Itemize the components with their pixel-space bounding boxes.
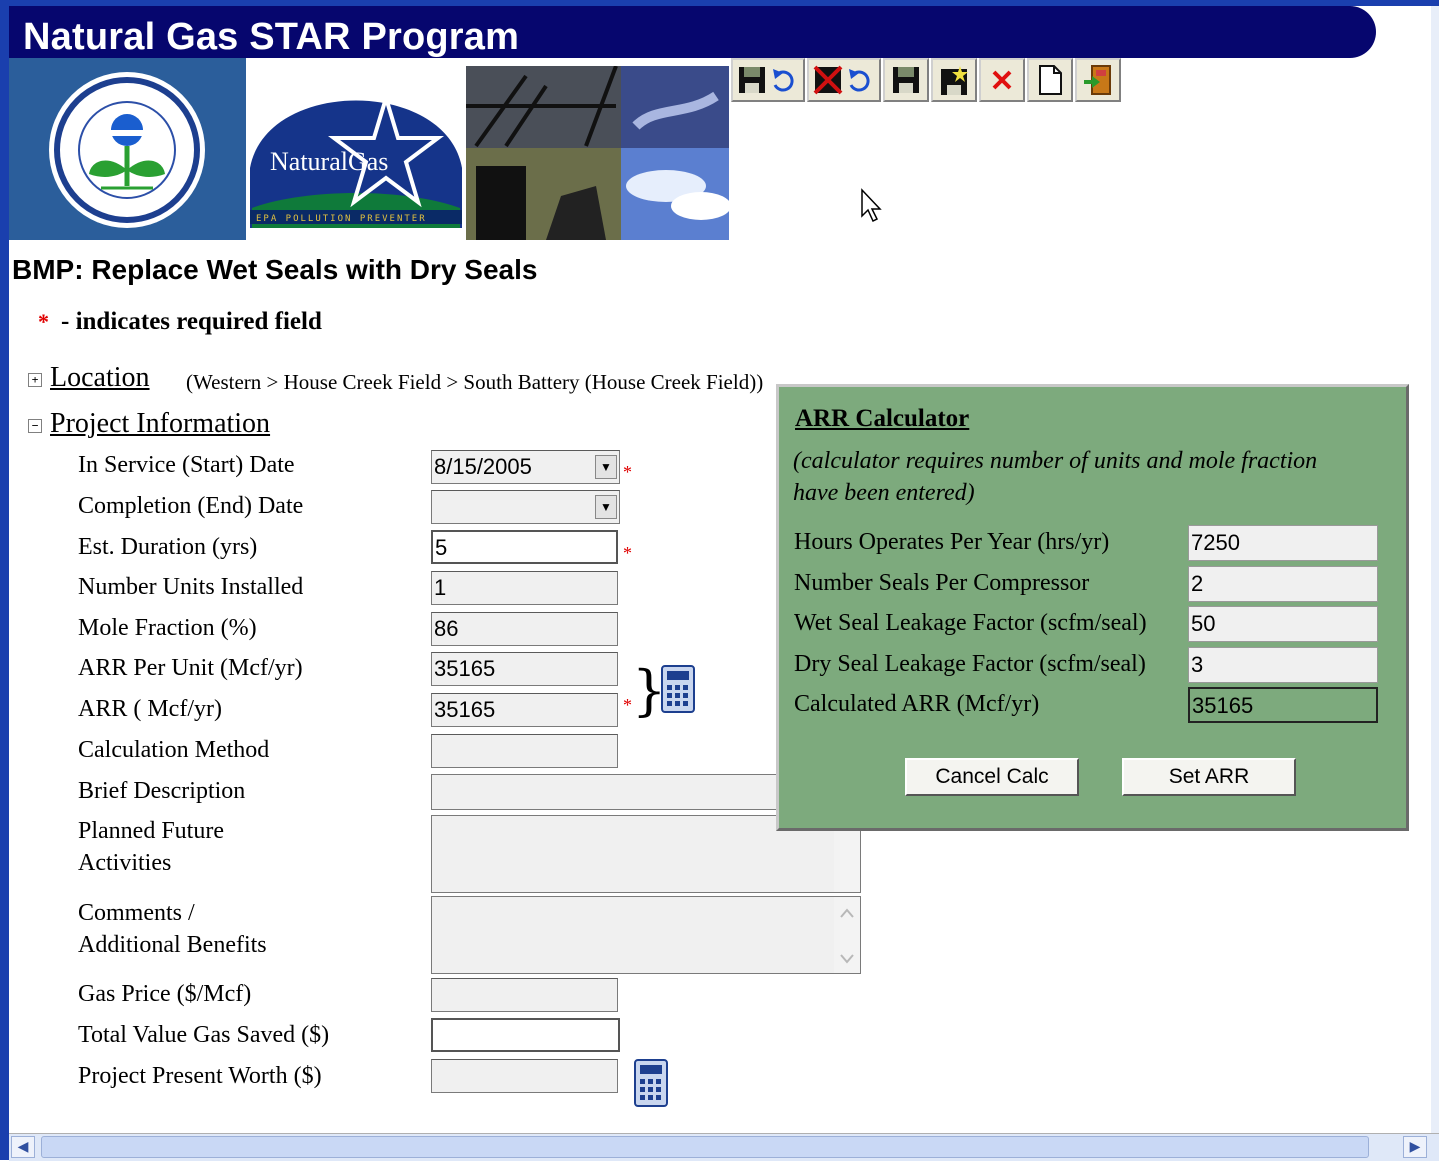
textarea-scrollbar[interactable] [834,897,860,973]
required-field-note: - indicates required field [61,308,322,335]
wet-seal-leakage-input[interactable]: 50 [1188,606,1378,642]
save-new-icon [941,66,968,95]
epa-pollution-preventer-text: EPA POLLUTION PREVENTER [256,214,427,224]
expand-toggle-icon[interactable]: + [28,372,42,387]
arr-calculator-icon[interactable] [660,664,696,714]
completion-date-label: Completion (End) Date [78,493,304,519]
seals-per-compressor-input[interactable]: 2 [1188,566,1378,602]
duration-label: Est. Duration (yrs) [78,534,258,560]
scroll-right-icon[interactable]: ▶ [1403,1136,1427,1158]
location-section-header[interactable]: + Location [28,362,150,394]
scroll-left-icon[interactable]: ◀ [11,1136,35,1158]
program-banner: NaturalGas EPA POLLUTION PREVENTER [9,58,731,240]
in-service-date-label: In Service (Start) Date [78,452,295,478]
in-service-date-select[interactable]: 8/15/2005 ▼ [431,450,620,484]
location-title[interactable]: Location [50,362,150,393]
epa-seal-panel [9,58,246,240]
chevron-down-icon[interactable]: ▼ [595,455,617,479]
comments-label-line1: Comments / [78,900,195,926]
industry-photo-collage [466,65,731,240]
delete-undo-icon [813,65,870,95]
save-new-button[interactable] [931,58,977,102]
save-icon [893,67,919,93]
wet-seal-leakage-label: Wet Seal Leakage Factor (scfm/seal) [794,610,1147,636]
cancel-calc-button[interactable]: Cancel Calc [905,758,1079,796]
hours-per-year-input[interactable]: 7250 [1188,525,1378,561]
calculator-title: ARR Calculator [795,405,970,432]
page-title: BMP: Replace Wet Seals with Dry Seals [12,254,538,285]
scroll-arrows-icon [840,908,854,964]
arr-calculator-dialog: ARR Calculator (calculator requires numb… [776,384,1409,831]
gas-price-input[interactable] [431,978,618,1012]
required-marker: * [623,695,632,715]
app-title-bar: Natural Gas STAR Program [9,6,1376,58]
planned-activities-label-line2: Activities [78,850,172,876]
planned-activities-label-line1: Planned Future [78,818,224,844]
photo-collage-graphic [466,65,731,240]
units-installed-input[interactable]: 1 [431,571,618,605]
record-toolbar [731,58,1121,104]
completion-date-select[interactable]: ▼ [431,490,620,524]
app-title: Natural Gas STAR Program [23,16,520,58]
save-undo-icon [739,67,794,93]
exit-button[interactable] [1075,58,1121,102]
total-value-input[interactable] [431,1018,620,1052]
arr-per-unit-label: ARR Per Unit (Mcf/yr) [78,655,303,681]
arr-per-unit-input[interactable]: 35165 [431,652,618,686]
planned-activities-label: Planned Future Activities [78,815,224,879]
set-arr-button[interactable]: Set ARR [1122,758,1296,796]
natural-gas-logo-text: NaturalGas [270,147,388,176]
project-section-header[interactable]: − Project Information [28,408,270,440]
comments-label: Comments / Additional Benefits [78,897,267,961]
duration-input[interactable]: 5 [431,530,618,564]
brief-description-label: Brief Description [78,778,246,804]
location-breadcrumb: (Western > House Creek Field > South Bat… [186,370,764,394]
comments-textarea[interactable] [431,896,861,974]
required-marker: * [38,309,49,334]
new-document-button[interactable] [1027,58,1073,102]
collapse-toggle-icon[interactable]: − [28,418,42,433]
mole-fraction-label: Mole Fraction (%) [78,615,257,641]
horizontal-scroll-thumb[interactable] [41,1136,1369,1158]
new-document-icon [1039,65,1062,95]
save-button[interactable] [883,58,929,102]
seals-per-compressor-label: Number Seals Per Compressor [794,570,1090,596]
comments-label-line2: Additional Benefits [78,932,267,958]
calculated-arr-label: Calculated ARR (Mcf/yr) [794,691,1040,717]
project-information-title[interactable]: Project Information [50,408,270,439]
mouse-pointer-icon [861,188,882,223]
arr-label: ARR ( Mcf/yr) [78,696,222,722]
in-service-date-value: 8/15/2005 [434,454,532,479]
delete-button[interactable] [979,58,1025,102]
chevron-down-icon[interactable]: ▼ [595,495,617,519]
units-installed-label: Number Units Installed [78,574,304,600]
dry-seal-leakage-input[interactable]: 3 [1188,647,1378,683]
required-marker: * [623,462,632,482]
exit-icon [1084,65,1111,95]
present-worth-calculator-icon[interactable] [633,1058,669,1108]
epa-seal-icon [49,72,205,228]
page-horizontal-scrollbar[interactable]: ◀ ▶ [9,1133,1439,1161]
delete-undo-button[interactable] [807,58,881,102]
required-marker: * [623,543,632,563]
save-undo-button[interactable] [731,58,805,102]
natural-gas-star-logo: NaturalGas EPA POLLUTION PREVENTER [246,58,466,240]
required-field-legend: * - indicates required field [38,308,322,336]
calculated-arr-value: 35165 [1188,687,1378,723]
page-vertical-scrollbar[interactable] [1431,6,1439,1133]
natural-gas-logo-graphic: NaturalGas EPA POLLUTION PREVENTER [246,58,466,240]
delete-icon [992,70,1012,90]
calculation-method-input[interactable] [431,734,618,768]
total-value-label: Total Value Gas Saved ($) [78,1022,330,1048]
present-worth-label: Project Present Worth ($) [78,1063,322,1089]
arr-input[interactable]: 35165 [431,693,618,727]
calculator-note: (calculator requires number of units and… [793,448,1318,506]
gas-price-label: Gas Price ($/Mcf) [78,981,252,1007]
mole-fraction-input[interactable]: 86 [431,612,618,646]
present-worth-input[interactable] [431,1059,618,1093]
window-frame-left [0,0,9,1160]
hours-per-year-label: Hours Operates Per Year (hrs/yr) [794,529,1110,555]
calculation-method-label: Calculation Method [78,737,270,763]
dry-seal-leakage-label: Dry Seal Leakage Factor (scfm/seal) [794,651,1146,677]
